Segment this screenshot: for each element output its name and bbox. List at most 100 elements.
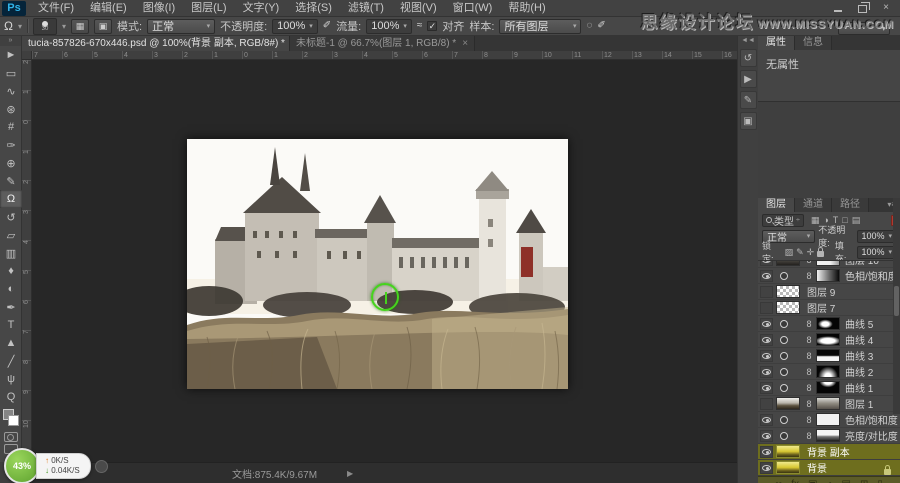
layer-row[interactable]: 8 色相/饱和度 1 <box>758 412 900 428</box>
menu-item[interactable]: 窗口(W) <box>445 0 501 16</box>
pen-tool[interactable]: ✒ <box>0 298 22 316</box>
visibility-toggle[interactable] <box>760 461 773 474</box>
visibility-toggle[interactable] <box>760 365 773 378</box>
toolbar-collapse-icon[interactable]: » <box>0 36 21 46</box>
document-tab[interactable]: 未标题-1 @ 66.7%(图层 1, RGB/8) * × <box>290 36 476 51</box>
visibility-toggle[interactable] <box>760 381 773 394</box>
panel-tab[interactable]: 图层 <box>758 198 795 212</box>
layer-row[interactable]: 8 图层 1 <box>758 396 900 412</box>
menu-item[interactable]: 编辑(E) <box>82 0 135 16</box>
sample-select[interactable]: 所有图层 ▾ <box>499 18 582 34</box>
toggle-clone-source-button[interactable]: ▣ <box>94 18 113 34</box>
blend-mode-select[interactable]: 正常 ▾ <box>147 18 216 34</box>
airbrush-icon[interactable]: ≈ <box>417 19 423 33</box>
restore-button[interactable] <box>854 3 870 14</box>
visibility-toggle[interactable] <box>760 413 773 426</box>
status-expand-icon[interactable]: ▶ <box>347 469 353 478</box>
history-panel-icon[interactable]: ↺ <box>739 49 757 67</box>
dodge-tool[interactable]: ◐ <box>0 280 22 298</box>
clone-stamp-tool[interactable]: Ω <box>0 190 22 208</box>
brush-picker-caret-icon[interactable]: ▾ <box>62 22 66 31</box>
lock-pixels-icon[interactable]: ✎ <box>796 247 804 258</box>
tool-preset-caret-icon[interactable]: ▾ <box>18 22 22 31</box>
clone-source-panel-icon[interactable]: ▣ <box>739 112 757 130</box>
menu-item[interactable]: 图层(L) <box>183 0 234 16</box>
visibility-toggle[interactable] <box>760 429 773 442</box>
link-layers-icon[interactable]: ∞ <box>775 477 782 483</box>
color-swatches[interactable] <box>0 408 22 430</box>
pressure-opacity-icon[interactable]: ✐ <box>323 19 331 33</box>
visibility-toggle[interactable] <box>760 301 773 314</box>
layer-row[interactable]: 图层 9 <box>758 284 900 300</box>
layer-row[interactable]: 8 亮度/对比度 1 <box>758 428 900 444</box>
visibility-toggle[interactable] <box>760 445 773 458</box>
workspace-dropdown[interactable]: ▾ <box>838 22 890 35</box>
minimize-button[interactable] <box>830 3 846 14</box>
shape-tool[interactable]: ╱ <box>0 352 22 370</box>
tab-close-icon[interactable]: × <box>462 36 468 51</box>
panel-tab[interactable]: 属性 <box>758 36 795 50</box>
layer-row[interactable]: 8 曲线 5 <box>758 316 900 332</box>
panel-tab[interactable]: 通道 <box>795 198 832 212</box>
quick-mask-button[interactable] <box>3 432 18 442</box>
menu-item[interactable]: 视图(V) <box>392 0 445 16</box>
layer-row[interactable]: 8 曲线 3 <box>758 348 900 364</box>
layer-row[interactable]: 8 色相/饱和度 2 <box>758 268 900 284</box>
zoom-tool[interactable]: Q <box>0 388 22 406</box>
menu-item[interactable]: 文字(Y) <box>235 0 288 16</box>
layer-row[interactable]: 图层 7 <box>758 300 900 316</box>
healing-brush-tool[interactable]: ⊕ <box>0 154 22 172</box>
menu-item[interactable]: 选择(S) <box>287 0 340 16</box>
fill-value[interactable]: 100% ▾ <box>857 245 896 259</box>
layers-scrollbar[interactable] <box>893 198 900 414</box>
eyedropper-tool[interactable]: ✑ <box>0 136 22 154</box>
menu-item[interactable]: 文件(F) <box>30 0 82 16</box>
delete-layer-icon[interactable]: ▯ <box>877 477 883 483</box>
layer-row[interactable]: 背景 <box>758 460 900 476</box>
scrollbar-thumb[interactable] <box>894 286 899 316</box>
quick-selection-tool[interactable]: ⊛ <box>0 100 22 118</box>
add-layer-mask-icon[interactable]: ▣ <box>808 477 817 483</box>
document-tab[interactable]: tucia-857826-670x446.psd @ 100%(背景 副本, R… <box>22 36 290 51</box>
layer-row[interactable]: 8 曲线 4 <box>758 332 900 348</box>
crop-tool[interactable]: # <box>0 118 22 136</box>
history-brush-tool[interactable]: ↺ <box>0 208 22 226</box>
visibility-toggle[interactable] <box>760 397 773 410</box>
new-adjustment-layer-icon[interactable]: ◑ <box>826 477 832 483</box>
brush-presets-panel-icon[interactable]: ✎ <box>739 91 757 109</box>
layer-row[interactable]: 背景 副本 <box>758 444 900 460</box>
flow-value-box[interactable]: 100% ▾ <box>366 18 412 34</box>
opacity-value-box[interactable]: 100% ▾ <box>272 18 318 34</box>
lock-transparency-icon[interactable]: ▨ <box>785 247 794 258</box>
toggle-brush-panel-button[interactable]: ▦ <box>71 18 90 34</box>
new-group-icon[interactable]: ▤ <box>842 477 851 483</box>
visibility-toggle[interactable] <box>760 269 773 282</box>
net-speed-widget[interactable]: 43% ↑ 0K/S ↓ 0.04K/S <box>4 448 108 483</box>
blur-tool[interactable]: ♦ <box>0 262 22 280</box>
marquee-tool[interactable]: ▭ <box>0 64 22 82</box>
visibility-toggle[interactable] <box>760 285 773 298</box>
lock-all-icon[interactable] <box>817 246 824 257</box>
new-layer-icon[interactable]: ⊞ <box>860 477 868 483</box>
panel-tab[interactable]: 信息 <box>795 36 832 50</box>
type-tool[interactable]: T <box>0 316 22 334</box>
panels-collapse-icon[interactable]: ◄◄ <box>738 36 758 46</box>
panel-tab[interactable]: 路径 <box>832 198 869 212</box>
layer-row[interactable]: 8 图层 10 <box>758 261 900 268</box>
pressure-size-icon[interactable]: ✐ <box>597 19 605 33</box>
brush-tool[interactable]: ✎ <box>0 172 22 190</box>
visibility-toggle[interactable] <box>760 317 773 330</box>
background-color-swatch[interactable] <box>8 415 19 426</box>
visibility-toggle[interactable] <box>760 261 773 266</box>
hand-tool[interactable]: ψ <box>0 370 22 388</box>
visibility-toggle[interactable] <box>760 349 773 362</box>
eraser-tool[interactable]: ▱ <box>0 226 22 244</box>
ignore-adjustment-layers-icon[interactable]: ◌ <box>586 19 592 33</box>
lasso-tool[interactable]: ∿ <box>0 82 22 100</box>
gradient-tool[interactable]: ▥ <box>0 244 22 262</box>
visibility-toggle[interactable] <box>760 333 773 346</box>
move-tool[interactable]: ► <box>0 46 22 64</box>
close-button[interactable]: × <box>878 3 894 14</box>
layer-row[interactable]: 8 曲线 1 <box>758 380 900 396</box>
align-checkbox[interactable]: ✓ <box>427 21 438 31</box>
